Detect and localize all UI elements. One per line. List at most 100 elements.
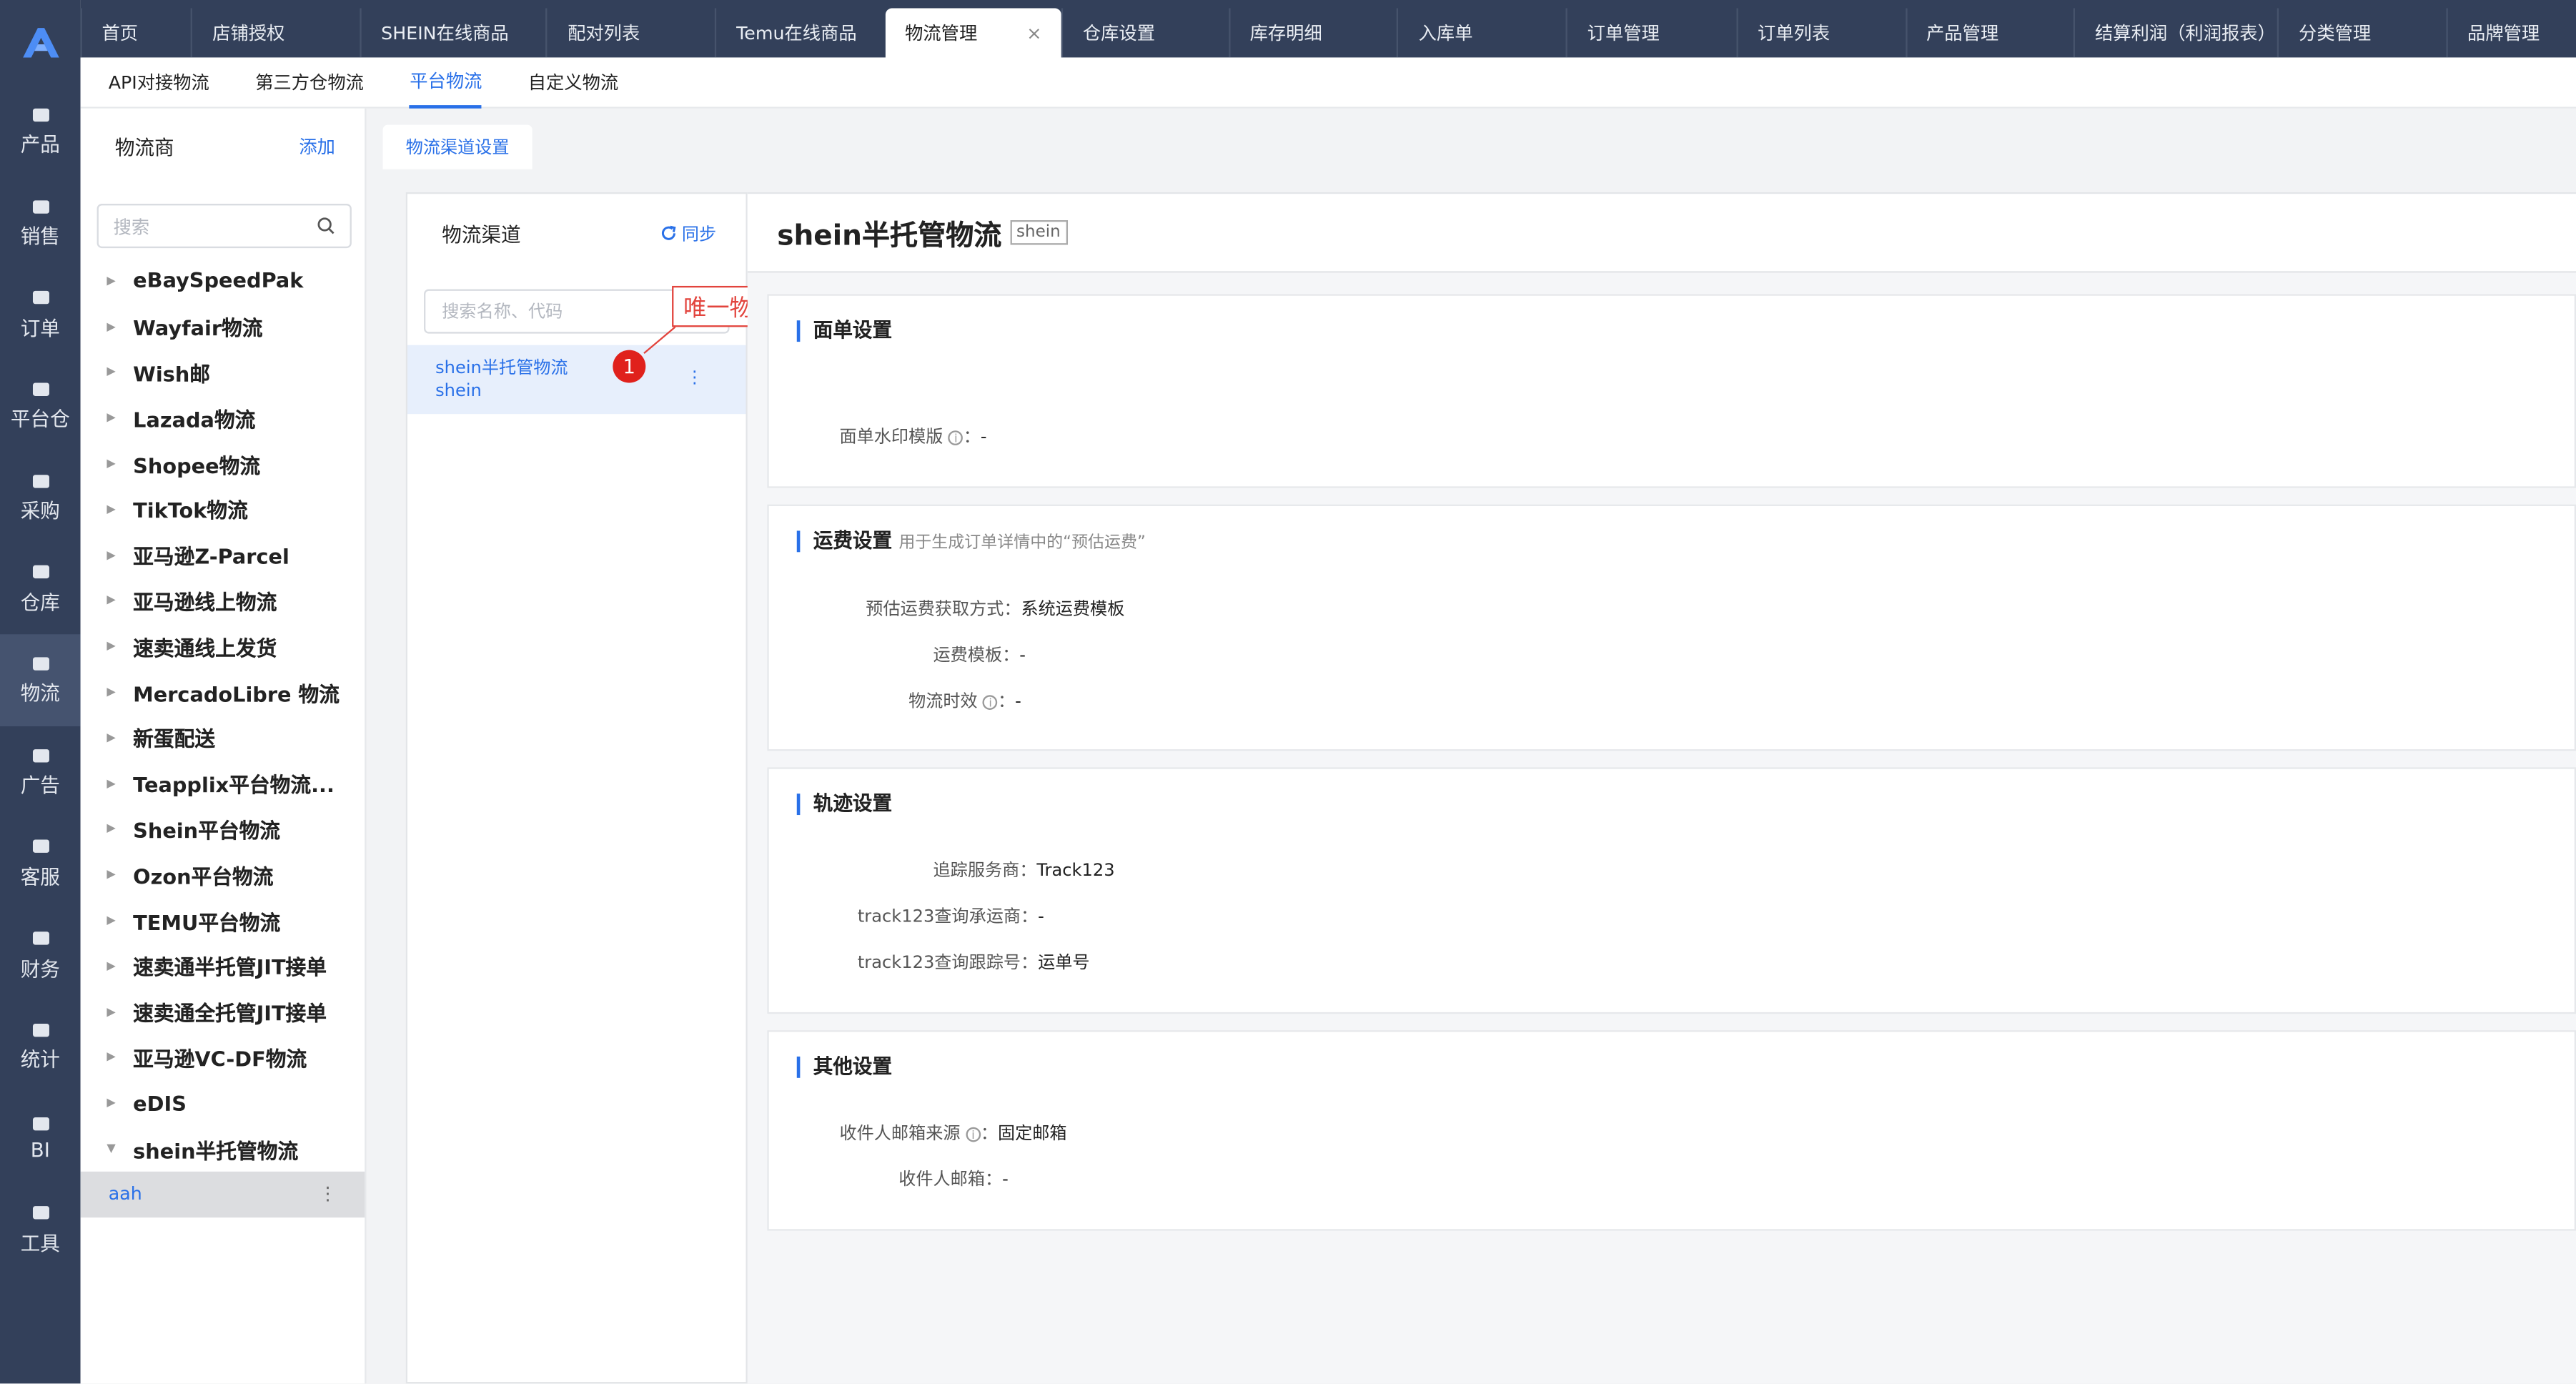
caret-right-icon[interactable]: ▶ [106, 776, 133, 789]
provider-item-label: 速卖通全托管JIT接单 [133, 1001, 327, 1026]
tab-11[interactable]: 产品管理 [1905, 8, 2074, 58]
tab-14[interactable]: 品牌管理 [2446, 8, 2576, 58]
caret-right-icon[interactable]: ▶ [106, 548, 133, 561]
channel-name: shein半托管物流 [435, 358, 568, 378]
warehouse-icon [29, 379, 51, 399]
provider-item[interactable]: ▶ Wish邮 [81, 350, 365, 395]
nav-item-6[interactable]: 物流 [0, 634, 81, 726]
caret-down-icon[interactable]: ▼ [106, 1142, 133, 1155]
email-source-label: 收件人邮箱来源 [839, 1124, 961, 1144]
nav-item-7[interactable]: 广告 [0, 726, 81, 818]
provider-item[interactable]: ▶ 亚马逊Z-Parcel [81, 532, 365, 578]
subtab-2[interactable]: 平台物流 [410, 56, 482, 108]
track-number-label: track123查询跟踪号： [857, 953, 1039, 973]
caret-right-icon[interactable]: ▶ [106, 1097, 133, 1109]
tab-7[interactable]: 库存明细 [1228, 8, 1397, 58]
provider-item[interactable]: ▶ Teapplix平台物流... [81, 761, 365, 806]
info-icon[interactable]: i [948, 430, 963, 445]
tab-12[interactable]: 结算利润（利润报表） [2074, 8, 2277, 58]
tab-10[interactable]: 订单列表 [1736, 8, 1905, 58]
add-provider-button[interactable]: 添加 [299, 133, 335, 159]
caret-right-icon[interactable]: ▶ [106, 959, 133, 972]
provider-item[interactable]: ▼ shein半托管物流 [81, 1126, 365, 1172]
nav-item-label: 统计 [20, 1048, 60, 1072]
tab-2[interactable]: SHEIN在线商品 [360, 8, 546, 58]
provider-item[interactable]: ▶ Shopee物流 [81, 440, 365, 486]
provider-item[interactable]: ▶ MercadoLibre 物流 [81, 669, 365, 715]
sync-button[interactable]: 同步 [660, 221, 716, 245]
nav-item-4[interactable]: 采购 [0, 452, 81, 543]
logo[interactable] [0, 0, 81, 86]
subtab-3[interactable]: 自定义物流 [528, 56, 618, 107]
nav-item-2[interactable]: 订单 [0, 269, 81, 360]
provider-sub-item-label: aah [108, 1183, 142, 1205]
more-icon[interactable]: ⋮ [319, 1184, 337, 1205]
provider-item[interactable]: ▶ Shein平台物流 [81, 806, 365, 852]
provider-item[interactable]: ▶ TikTok物流 [81, 486, 365, 532]
tab-channel-settings[interactable]: 物流渠道设置 [382, 124, 532, 169]
provider-item[interactable]: ▶ 速卖通半托管JIT接单 [81, 943, 365, 989]
close-icon[interactable]: × [1026, 22, 1041, 44]
tab-0[interactable]: 首页 [80, 8, 192, 58]
provider-item[interactable]: ▶ Wayfair物流 [81, 304, 365, 350]
caret-right-icon[interactable]: ▶ [106, 365, 133, 378]
tab-6[interactable]: 仓库设置 [1061, 8, 1229, 58]
caret-right-icon[interactable]: ▶ [106, 457, 133, 470]
caret-right-icon[interactable]: ▶ [106, 594, 133, 607]
aging-row: 物流时效 i ：- [908, 688, 1021, 713]
provider-item[interactable]: ▶ TEMU平台物流 [81, 897, 365, 943]
nav-item-8[interactable]: 客服 [0, 818, 81, 909]
nav-item-5[interactable]: 仓库 [0, 543, 81, 635]
tab-13[interactable]: 分类管理 [2277, 8, 2446, 58]
nav-item-0[interactable]: 产品 [0, 86, 81, 177]
provider-item[interactable]: ▶ 速卖通全托管JIT接单 [81, 989, 365, 1034]
tab-4[interactable]: Temu在线商品 [715, 8, 885, 58]
caret-right-icon[interactable]: ▶ [106, 503, 133, 515]
nav-item-9[interactable]: 财务 [0, 909, 81, 1001]
caret-right-icon[interactable]: ▶ [106, 914, 133, 926]
provider-item[interactable]: ▶ Lazada物流 [81, 395, 365, 441]
provider-sub-item[interactable]: aah ⋮ [80, 1171, 365, 1218]
order-icon [29, 287, 51, 307]
nav-item-3[interactable]: 平台仓 [0, 360, 81, 452]
caret-right-icon[interactable]: ▶ [106, 1051, 133, 1064]
nav-item-10[interactable]: 统计 [0, 1000, 81, 1092]
subtab-0[interactable]: API对接物流 [109, 56, 209, 107]
tab-8[interactable]: 入库单 [1397, 8, 1566, 58]
provider-item[interactable]: ▶ 亚马逊VC-DF物流 [81, 1034, 365, 1080]
caret-right-icon[interactable]: ▶ [106, 320, 133, 332]
provider-item[interactable]: ▶ Ozon平台物流 [81, 851, 365, 897]
subtab-1[interactable]: 第三方仓物流 [255, 56, 364, 107]
channel-search-placeholder: 搜索名称、代码 [442, 302, 563, 322]
provider-item-label: Teapplix平台物流... [133, 772, 335, 798]
info-icon[interactable]: i [983, 695, 998, 710]
provider-item[interactable]: ▶ 速卖通线上发货 [81, 623, 365, 669]
caret-right-icon[interactable]: ▶ [106, 640, 133, 653]
provider-item[interactable]: ▶ eBaySpeedPak [81, 258, 365, 304]
caret-right-icon[interactable]: ▶ [106, 731, 133, 744]
provider-item[interactable]: ▶ 亚马逊线上物流 [81, 578, 365, 623]
fee-method-row: 预估运费获取方式：系统运费模板 [866, 596, 1124, 621]
caret-right-icon[interactable]: ▶ [106, 411, 133, 424]
provider-search-input[interactable]: 搜索 [96, 204, 352, 249]
provider-item[interactable]: ▶ eDIS [81, 1080, 365, 1126]
caret-right-icon[interactable]: ▶ [106, 1005, 133, 1018]
tab-9[interactable]: 订单管理 [1565, 8, 1736, 58]
nav-item-1[interactable]: 销售 [0, 177, 81, 269]
search-icon[interactable] [317, 217, 335, 234]
provider-item[interactable]: ▶ 新蛋配送 [81, 715, 365, 761]
caret-right-icon[interactable]: ▶ [106, 822, 133, 835]
caret-right-icon[interactable]: ▶ [106, 686, 133, 698]
more-icon[interactable]: ⋮ [686, 367, 703, 390]
channel-code: shein [435, 381, 482, 401]
tab-1[interactable]: 店铺授权 [191, 8, 360, 58]
nav-item-12[interactable]: 工具 [0, 1183, 81, 1275]
nav-item-11[interactable]: BI [0, 1092, 81, 1183]
caret-right-icon[interactable]: ▶ [106, 868, 133, 881]
tab-5[interactable]: 物流管理 × [885, 8, 1061, 58]
email-row: 收件人邮箱：- [898, 1167, 1009, 1191]
caret-right-icon[interactable]: ▶ [106, 275, 133, 287]
tab-3[interactable]: 配对列表 [546, 8, 715, 58]
info-icon[interactable]: i [966, 1127, 981, 1142]
channel-list-item[interactable]: shein半托管物流 shein ⋮ [407, 345, 746, 415]
